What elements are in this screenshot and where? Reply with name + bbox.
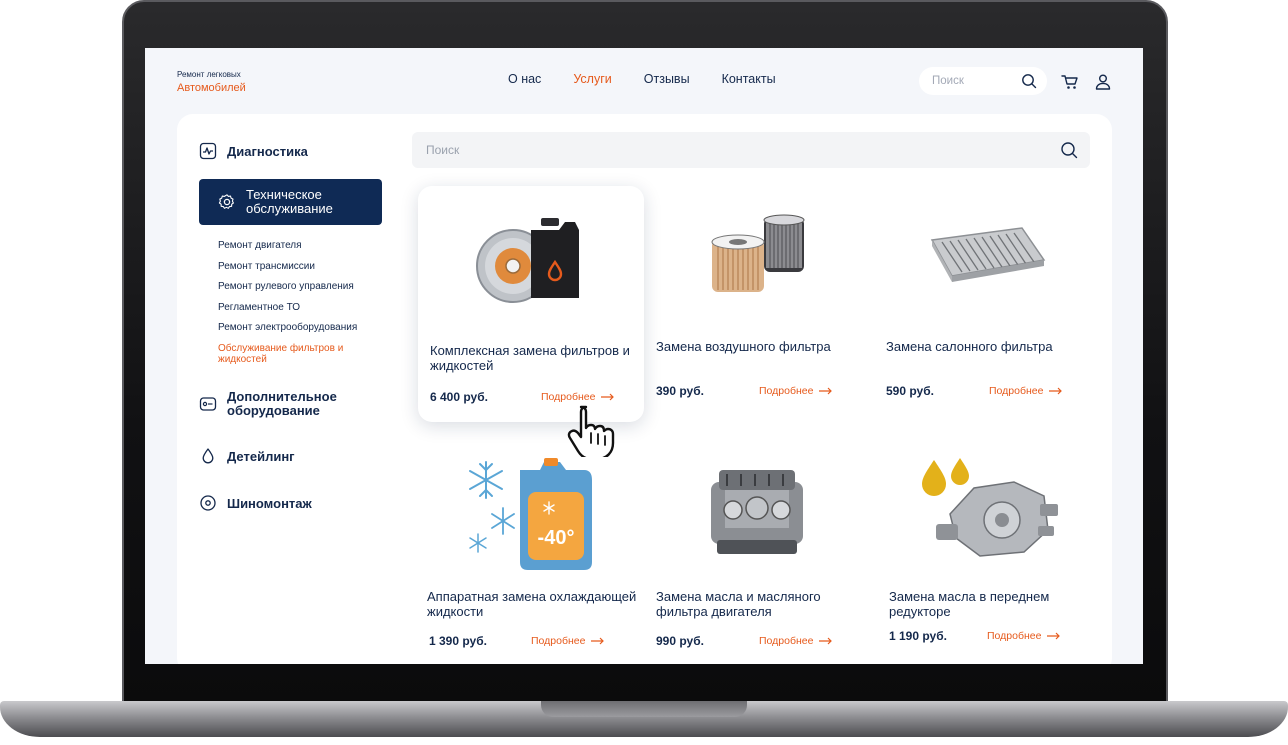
subitem-transmission-repair[interactable]: Ремонт трансмиссии <box>218 261 388 273</box>
product-title: Замена воздушного фильтра <box>656 339 831 354</box>
product-title: Аппаратная замена охлаждающей жидкости <box>427 589 637 619</box>
laptop-notch <box>541 701 747 717</box>
brake-disc-oil-can-image <box>476 218 579 303</box>
sidebar-item-equipment[interactable]: Дополнительное оборудование <box>199 389 357 419</box>
nav-item-services[interactable]: Услуги <box>573 72 611 86</box>
arrow-right-icon <box>819 387 833 395</box>
brand-title: Автомобилей <box>177 82 246 94</box>
header-search-placeholder: Поиск <box>932 75 964 87</box>
subitem-electrical-repair[interactable]: Ремонт электрооборудования <box>218 322 388 334</box>
antifreeze-label: -40° <box>538 527 575 549</box>
more-link[interactable]: Подробнее <box>531 635 605 647</box>
sidebar-item-maintenance[interactable]: Техническое обслуживание <box>199 179 382 225</box>
tire-icon <box>200 495 216 511</box>
subitem-engine-repair[interactable]: Ремонт двигателя <box>218 240 388 252</box>
sidebar-sublist: Ремонт двигателя Ремонт трансмиссии Ремо… <box>218 240 388 375</box>
sidebar-item-diagnostics[interactable]: Диагностика <box>199 142 308 160</box>
catalog-search-placeholder: Поиск <box>426 143 460 157</box>
subitem-filters-fluids[interactable]: Обслуживание фильтров и жидкостей <box>218 343 388 366</box>
product-title: Замена салонного фильтра <box>886 339 1053 354</box>
nav-item-contacts[interactable]: Контакты <box>722 72 776 86</box>
sidebar-item-label: Шиномонтаж <box>227 495 312 511</box>
antifreeze-can-image: -40° <box>469 458 592 570</box>
search-icon[interactable] <box>1060 141 1078 159</box>
nav-item-about[interactable]: О нас <box>508 72 541 86</box>
product-card[interactable]: Комплексная замена фильтров и жидкостей … <box>418 186 644 422</box>
nav-item-reviews[interactable]: Отзывы <box>644 72 690 86</box>
product-price: 1 190 руб. <box>889 629 947 643</box>
product-card[interactable]: -40° Аппаратная замена охлаждающей жидко… <box>415 436 641 664</box>
air-filters-image <box>711 214 805 292</box>
drop-icon <box>202 448 214 464</box>
product-price: 390 руб. <box>656 384 704 398</box>
sidebar-item-tires[interactable]: Шиномонтаж <box>199 494 312 512</box>
product-title: Замена масла в переднем редукторе <box>889 589 1050 619</box>
screen: Ремонт легковых Автомобилей О нас Услуги… <box>145 48 1143 664</box>
brand-logo[interactable]: Ремонт легковых Автомобилей <box>177 70 246 94</box>
product-card[interactable]: Замена салонного фильтра 590 руб. Подроб… <box>874 186 1100 422</box>
arrow-right-icon <box>591 637 605 645</box>
pulse-icon <box>199 142 217 160</box>
cabin-filter-image <box>930 227 1046 282</box>
gearbox-oil-drops-image <box>922 458 1058 557</box>
product-price: 590 руб. <box>886 384 934 398</box>
product-card[interactable]: Замена масла и масляного фильтра двигате… <box>644 436 870 664</box>
header-search-input[interactable]: Поиск <box>919 67 1047 95</box>
cart-icon[interactable] <box>1060 72 1080 92</box>
more-link-label: Подробнее <box>759 635 814 647</box>
main-nav: О нас Услуги Отзывы Контакты <box>508 72 808 86</box>
more-link[interactable]: Подробнее <box>987 630 1061 642</box>
more-link[interactable]: Подробнее <box>541 391 615 403</box>
product-price: 990 руб. <box>656 634 704 648</box>
sidebar-item-label: Дополнительное оборудование <box>227 389 337 419</box>
subitem-steering-repair[interactable]: Ремонт рулевого управления <box>218 281 388 293</box>
more-link-label: Подробнее <box>989 385 1044 397</box>
subitem-scheduled-maintenance[interactable]: Регламентное ТО <box>218 302 388 314</box>
more-link[interactable]: Подробнее <box>759 635 833 647</box>
more-link-label: Подробнее <box>987 630 1042 642</box>
more-link[interactable]: Подробнее <box>759 385 833 397</box>
gear-icon <box>218 194 234 209</box>
catalog-search-input[interactable]: Поиск <box>412 132 1090 168</box>
hand-cursor-icon <box>567 405 615 457</box>
more-link-label: Подробнее <box>541 391 596 403</box>
arrow-right-icon <box>601 393 615 401</box>
sidebar-item-label: Диагностика <box>227 143 308 159</box>
product-title: Замена масла и масляного фильтра двигате… <box>656 589 821 619</box>
user-icon[interactable] <box>1093 72 1113 92</box>
more-link[interactable]: Подробнее <box>989 385 1063 397</box>
product-card[interactable]: Замена масла в переднем редукторе 1 190 … <box>877 436 1103 664</box>
content-panel: Диагностика Техническое обслуживание Рем… <box>177 114 1112 664</box>
equipment-icon <box>199 397 217 411</box>
arrow-right-icon <box>1047 632 1061 640</box>
engine-image <box>711 470 803 554</box>
more-link-label: Подробнее <box>759 385 814 397</box>
product-title: Комплексная замена фильтров и жидкостей <box>430 343 630 373</box>
sidebar-item-detailing[interactable]: Детейлинг <box>199 447 295 465</box>
arrow-right-icon <box>819 637 833 645</box>
arrow-right-icon <box>1049 387 1063 395</box>
product-card[interactable]: Замена воздушного фильтра 390 руб. Подро… <box>644 186 870 422</box>
brand-subtitle: Ремонт легковых <box>177 70 241 79</box>
product-price: 1 390 руб. <box>429 634 487 648</box>
search-icon[interactable] <box>1021 73 1037 89</box>
more-link-label: Подробнее <box>531 635 586 647</box>
sidebar-item-label: Детейлинг <box>227 448 295 464</box>
product-price: 6 400 руб. <box>430 390 488 404</box>
sidebar-item-label: Техническое обслуживание <box>246 186 333 216</box>
